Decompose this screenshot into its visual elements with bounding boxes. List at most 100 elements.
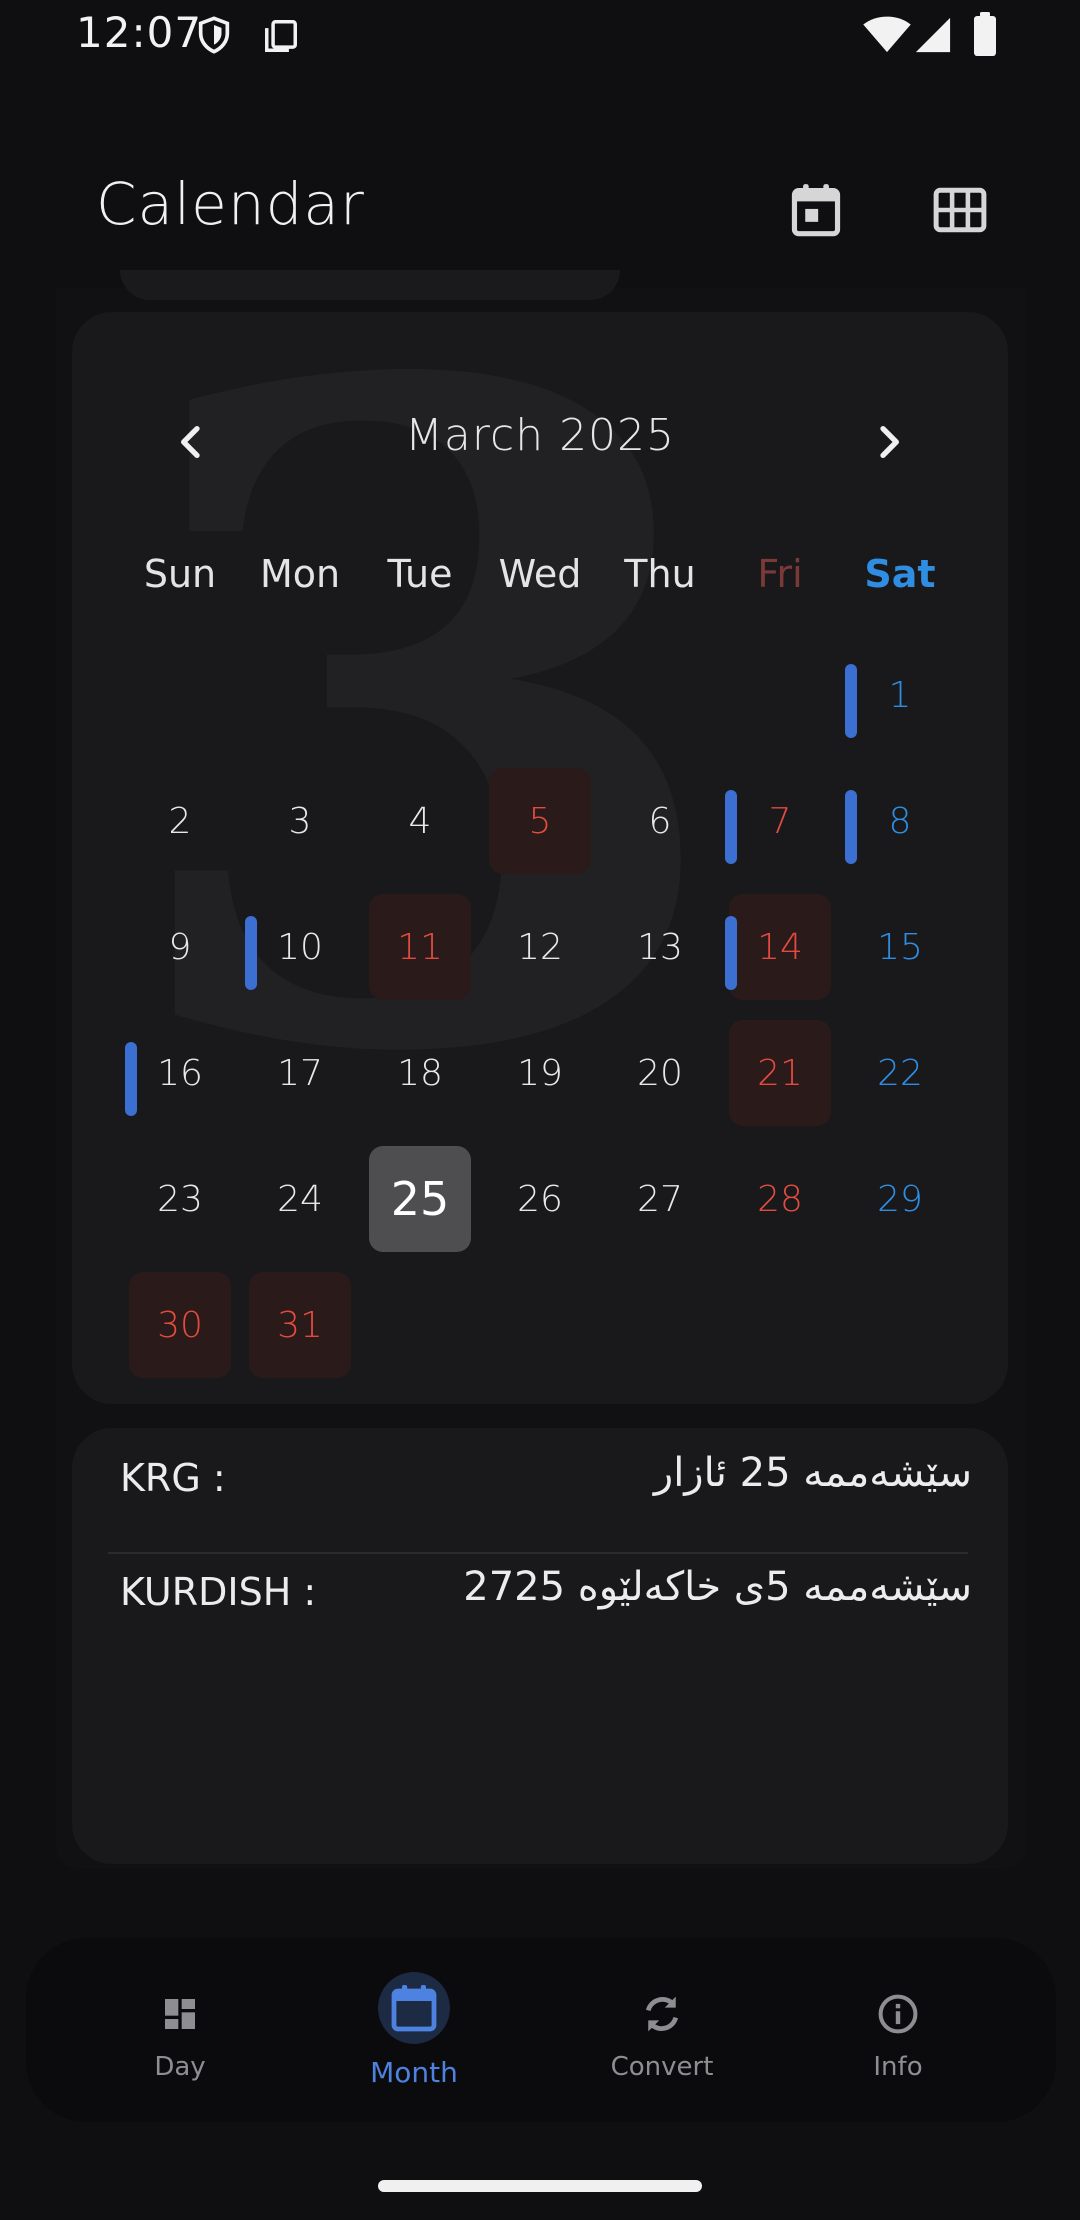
day-cell[interactable]: 15: [849, 894, 951, 1000]
day-number: 2: [168, 800, 192, 842]
previous-card-edge: [120, 270, 620, 300]
day-cell[interactable]: 22: [849, 1020, 951, 1126]
day-number: 23: [157, 1178, 203, 1220]
day-number: 14: [757, 926, 803, 968]
day-cell[interactable]: 28: [729, 1146, 831, 1252]
month-calendar-card: 3 March 2025 Sun Mon Tue Wed Thu Fri Sat…: [72, 312, 1008, 1404]
copy-icon: [265, 20, 297, 52]
today-button[interactable]: [776, 170, 856, 250]
day-number: 8: [888, 800, 912, 842]
day-number: 5: [528, 800, 552, 842]
signal-icon: [915, 17, 951, 53]
day-cell[interactable]: 19: [489, 1020, 591, 1126]
day-number: 18: [397, 1052, 443, 1094]
day-number: 25: [390, 1172, 450, 1226]
day-number: 29: [877, 1178, 923, 1220]
day-cell[interactable]: 6: [609, 768, 711, 874]
day-number: 16: [157, 1052, 203, 1094]
day-number: 26: [517, 1178, 563, 1220]
day-cell-holiday[interactable]: 21: [729, 1020, 831, 1126]
day-number: 22: [877, 1052, 923, 1094]
day-cell[interactable]: 23: [129, 1146, 231, 1252]
nav-item-convert[interactable]: Convert: [562, 1938, 762, 2122]
next-month-button[interactable]: [848, 402, 928, 482]
battery-icon: [974, 12, 996, 56]
day-cell[interactable]: 1: [845, 642, 951, 748]
calendar-today-icon: [791, 184, 841, 237]
day-cell-holiday[interactable]: 14: [725, 894, 831, 1000]
info-row-kurdish: KURDISH : سێشەممە 5ی خاکەلێوە 2725: [72, 1542, 1008, 1642]
app-title: Calendar: [96, 170, 365, 238]
day-number: 13: [637, 926, 683, 968]
day-cell-holiday[interactable]: 11: [369, 894, 471, 1000]
day-number: 20: [637, 1052, 683, 1094]
day-cell[interactable]: 27: [609, 1146, 711, 1252]
day-cell[interactable]: 18: [369, 1020, 471, 1126]
nav-item-info[interactable]: Info: [798, 1938, 998, 2122]
nav-label: Convert: [610, 2052, 714, 2082]
info-value: سێشەممە 5ی خاکەلێوە 2725: [463, 1564, 972, 1610]
day-cell-holiday[interactable]: 30: [129, 1272, 231, 1378]
status-time: 12:07: [76, 8, 203, 57]
day-cell[interactable]: 12: [489, 894, 591, 1000]
day-cell[interactable]: 8: [845, 768, 951, 874]
wifi-icon: [863, 16, 911, 53]
day-cell[interactable]: 9: [129, 894, 231, 1000]
grid-view-button[interactable]: [920, 170, 1000, 250]
day-cell[interactable]: 29: [849, 1146, 951, 1252]
nav-label: Day: [154, 2052, 206, 2082]
day-number: 4: [408, 800, 432, 842]
home-indicator[interactable]: [378, 2180, 702, 2192]
day-number: 31: [277, 1304, 323, 1346]
day-cell[interactable]: 20: [609, 1020, 711, 1126]
day-number: 17: [277, 1052, 323, 1094]
day-grid: 1 2 3 4 5 6 7 8 9 10 11 12 13 14 15 16 1…: [120, 642, 960, 1402]
day-cell[interactable]: 7: [725, 768, 831, 874]
event-marker: [845, 790, 857, 864]
day-cell[interactable]: 13: [609, 894, 711, 1000]
shield-icon: [198, 16, 230, 54]
day-cell[interactable]: 2: [129, 768, 231, 874]
app-bar: Calendar: [0, 150, 1080, 270]
day-cell-holiday[interactable]: 31: [249, 1272, 351, 1378]
weekday-label: Mon: [259, 552, 341, 596]
grid-icon: [933, 187, 987, 233]
weekday-label-fri: Fri: [757, 552, 803, 596]
nav-label: Info: [873, 2052, 923, 2082]
day-cell-today[interactable]: 25: [369, 1146, 471, 1252]
weekday-label: Wed: [498, 552, 582, 596]
weekday-header: Sun Mon Tue Wed Thu Fri Sat: [120, 552, 960, 632]
day-number: 28: [757, 1178, 803, 1220]
day-cell[interactable]: 17: [249, 1020, 351, 1126]
day-cell[interactable]: 26: [489, 1146, 591, 1252]
convert-icon: [632, 1984, 692, 2044]
day-number: 12: [517, 926, 563, 968]
date-info-card: KRG : سێشەممە 25 ئازار KURDISH : سێشەممە…: [72, 1428, 1008, 1864]
day-number: 6: [648, 800, 672, 842]
calendar-month-icon: [378, 1972, 450, 2044]
nav-label: Month: [370, 2056, 458, 2089]
day-cell[interactable]: 16: [125, 1020, 231, 1126]
info-value: سێشەممە 25 ئازار: [653, 1450, 972, 1496]
weekday-label: Thu: [624, 552, 696, 596]
info-icon: [868, 1984, 928, 2044]
day-number: 7: [768, 800, 792, 842]
day-cell[interactable]: 24: [249, 1146, 351, 1252]
day-cell[interactable]: 4: [369, 768, 471, 874]
day-cell[interactable]: 10: [245, 894, 351, 1000]
bottom-navigation: Day Month Convert Info: [26, 1938, 1056, 2122]
day-number: 15: [877, 926, 923, 968]
event-marker: [125, 1042, 137, 1116]
nav-item-month[interactable]: Month: [314, 1938, 514, 2122]
event-marker: [245, 916, 257, 990]
day-number: 21: [757, 1052, 803, 1094]
day-number: 9: [168, 926, 192, 968]
event-marker: [725, 790, 737, 864]
event-marker: [845, 664, 857, 738]
weekday-label: Tue: [387, 552, 453, 596]
day-number: 19: [517, 1052, 563, 1094]
day-cell[interactable]: 3: [249, 768, 351, 874]
nav-item-day[interactable]: Day: [80, 1938, 280, 2122]
status-bar: 12:07: [0, 0, 1080, 70]
day-cell-holiday[interactable]: 5: [489, 768, 591, 874]
